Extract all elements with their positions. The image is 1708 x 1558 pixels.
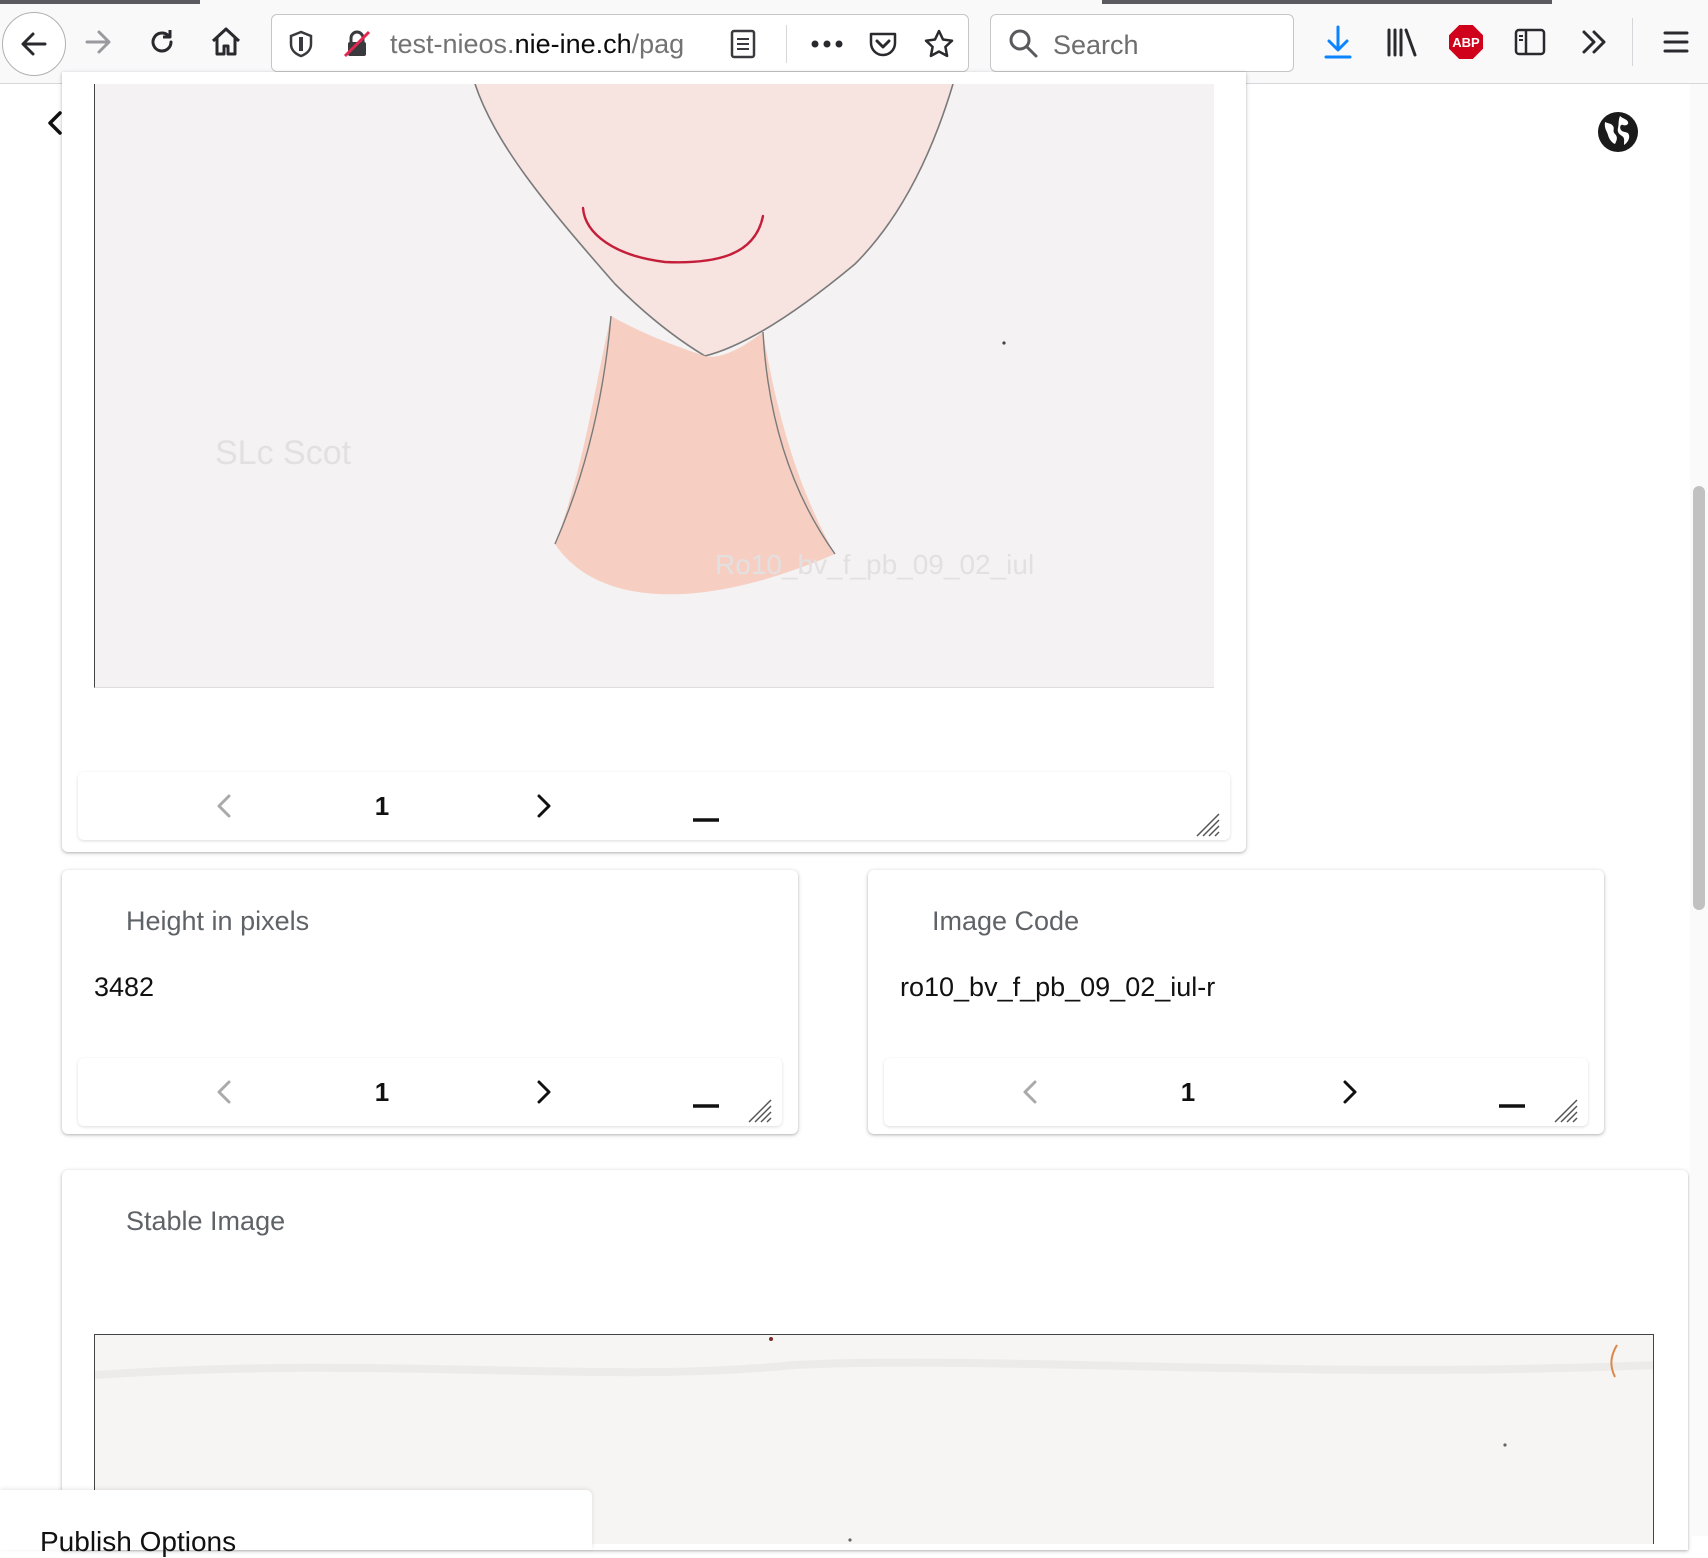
next-page-button[interactable]: [524, 772, 564, 840]
search-placeholder: Search: [1053, 30, 1139, 60]
bookmark-star-icon[interactable]: [922, 27, 956, 61]
minimize-button[interactable]: [1492, 1072, 1532, 1140]
previous-page-button[interactable]: [204, 1058, 244, 1126]
overflow-menu-button[interactable]: [1574, 22, 1614, 62]
adblock-icon: ABP: [1449, 25, 1483, 59]
height-value: 3482: [94, 972, 155, 1002]
image-viewer-card: SLc Scot Ro10_bv_f_pb_09_02_iul 1: [62, 72, 1246, 852]
library-icon: [1387, 28, 1417, 57]
card-title: Image Code: [932, 906, 1080, 936]
portrait-drawing: SLc Scot Ro10_bv_f_pb_09_02_iul: [95, 84, 1214, 687]
url-divider: [786, 25, 787, 63]
previous-page-button[interactable]: [204, 772, 244, 840]
chevron-right-icon: [537, 1080, 551, 1104]
resize-handle[interactable]: [1192, 790, 1222, 858]
globe-icon: [1598, 112, 1638, 152]
downloads-button[interactable]: [1318, 22, 1358, 62]
sidebar-icon: [1514, 28, 1546, 56]
minimize-button[interactable]: [686, 1072, 726, 1140]
faint-background-handwriting: Ro10_bv_f_pb_09_02_iul: [715, 549, 1034, 580]
reload-button[interactable]: [132, 12, 192, 72]
search-bar[interactable]: Search: [990, 14, 1294, 72]
minus-icon: [693, 1104, 719, 1108]
sidebar-toggle-button[interactable]: [1510, 22, 1550, 62]
insecure-lock-icon[interactable]: [340, 27, 374, 61]
resize-grip-icon: [1196, 813, 1220, 837]
address-bar[interactable]: test-nieos.nie-ine.ch/pag: [271, 14, 969, 72]
publish-options-label: Publish Options: [40, 1526, 237, 1557]
toolbar-divider: [1632, 18, 1633, 66]
tab-indicator: [0, 0, 200, 4]
arrow-left-icon: [21, 32, 47, 56]
back-button[interactable]: [2, 12, 66, 76]
forward-button[interactable]: [68, 12, 128, 72]
url-path: /pag: [631, 29, 685, 59]
pagination-bar: 1: [78, 772, 1230, 840]
arrow-right-icon: [85, 30, 111, 54]
page-number: 1: [1180, 1076, 1196, 1107]
pagination-bar: 1: [78, 1058, 782, 1126]
height-in-pixels-card: Height in pixels 3482 1: [62, 870, 798, 1134]
hamburger-icon: [1663, 31, 1689, 53]
chevron-right-icon: [1343, 1080, 1357, 1104]
url-prefix: test-nieos.: [390, 29, 515, 59]
language-button[interactable]: [1596, 110, 1640, 154]
chevron-left-icon: [1023, 1080, 1037, 1104]
image-code-card: Image Code ro10_bv_f_pb_09_02_iul-r 1: [868, 870, 1604, 1134]
chevron-right-icon: [537, 794, 551, 818]
resize-grip-icon: [748, 1099, 772, 1123]
reload-icon: [151, 30, 173, 53]
search-icon: [1009, 29, 1038, 58]
adblock-plus-button[interactable]: ABP: [1446, 22, 1486, 62]
hamburger-menu-button[interactable]: [1656, 22, 1696, 62]
drawing-image: SLc Scot Ro10_bv_f_pb_09_02_iul: [94, 84, 1214, 688]
resize-grip-icon: [1554, 1099, 1578, 1123]
download-icon: [1324, 25, 1352, 59]
next-page-button[interactable]: [1330, 1058, 1370, 1126]
shield-icon[interactable]: [284, 27, 318, 61]
minus-icon: [1499, 1104, 1525, 1108]
page-number: 1: [374, 790, 390, 821]
page-number: 1: [374, 1076, 390, 1107]
pocket-icon[interactable]: [866, 27, 900, 61]
faint-background-handwriting: SLc Scot: [215, 434, 352, 472]
pagination-bar: 1: [884, 1058, 1588, 1126]
minimize-button[interactable]: [686, 786, 726, 854]
page-content: SLc Scot Ro10_bv_f_pb_09_02_iul 1 Height…: [0, 72, 1708, 1557]
library-button[interactable]: [1382, 22, 1422, 62]
card-title: Stable Image: [126, 1206, 286, 1236]
publish-options-panel[interactable]: Publish Options: [0, 1490, 592, 1557]
chevron-left-icon: [217, 794, 231, 818]
minus-icon: [693, 818, 719, 822]
chevron-left-icon: [217, 1080, 231, 1104]
more-actions-icon[interactable]: [810, 27, 844, 61]
url-domain: nie-ine.ch: [514, 29, 632, 59]
url-text[interactable]: test-nieos.nie-ine.ch/pag: [390, 29, 712, 60]
scrollbar-thumb[interactable]: [1693, 486, 1705, 910]
next-page-button[interactable]: [524, 1058, 564, 1126]
reader-view-icon[interactable]: [726, 27, 760, 61]
resize-handle[interactable]: [744, 1076, 774, 1144]
resize-handle[interactable]: [1550, 1076, 1580, 1144]
double-chevron-right-icon: [1582, 30, 1606, 54]
card-title: Height in pixels: [126, 906, 310, 936]
tab-indicator: [1102, 0, 1552, 4]
home-button[interactable]: [196, 12, 256, 72]
image-code-value: ro10_bv_f_pb_09_02_iul-r: [900, 972, 1216, 1002]
home-icon: [211, 27, 241, 56]
previous-page-button[interactable]: [1010, 1058, 1050, 1126]
